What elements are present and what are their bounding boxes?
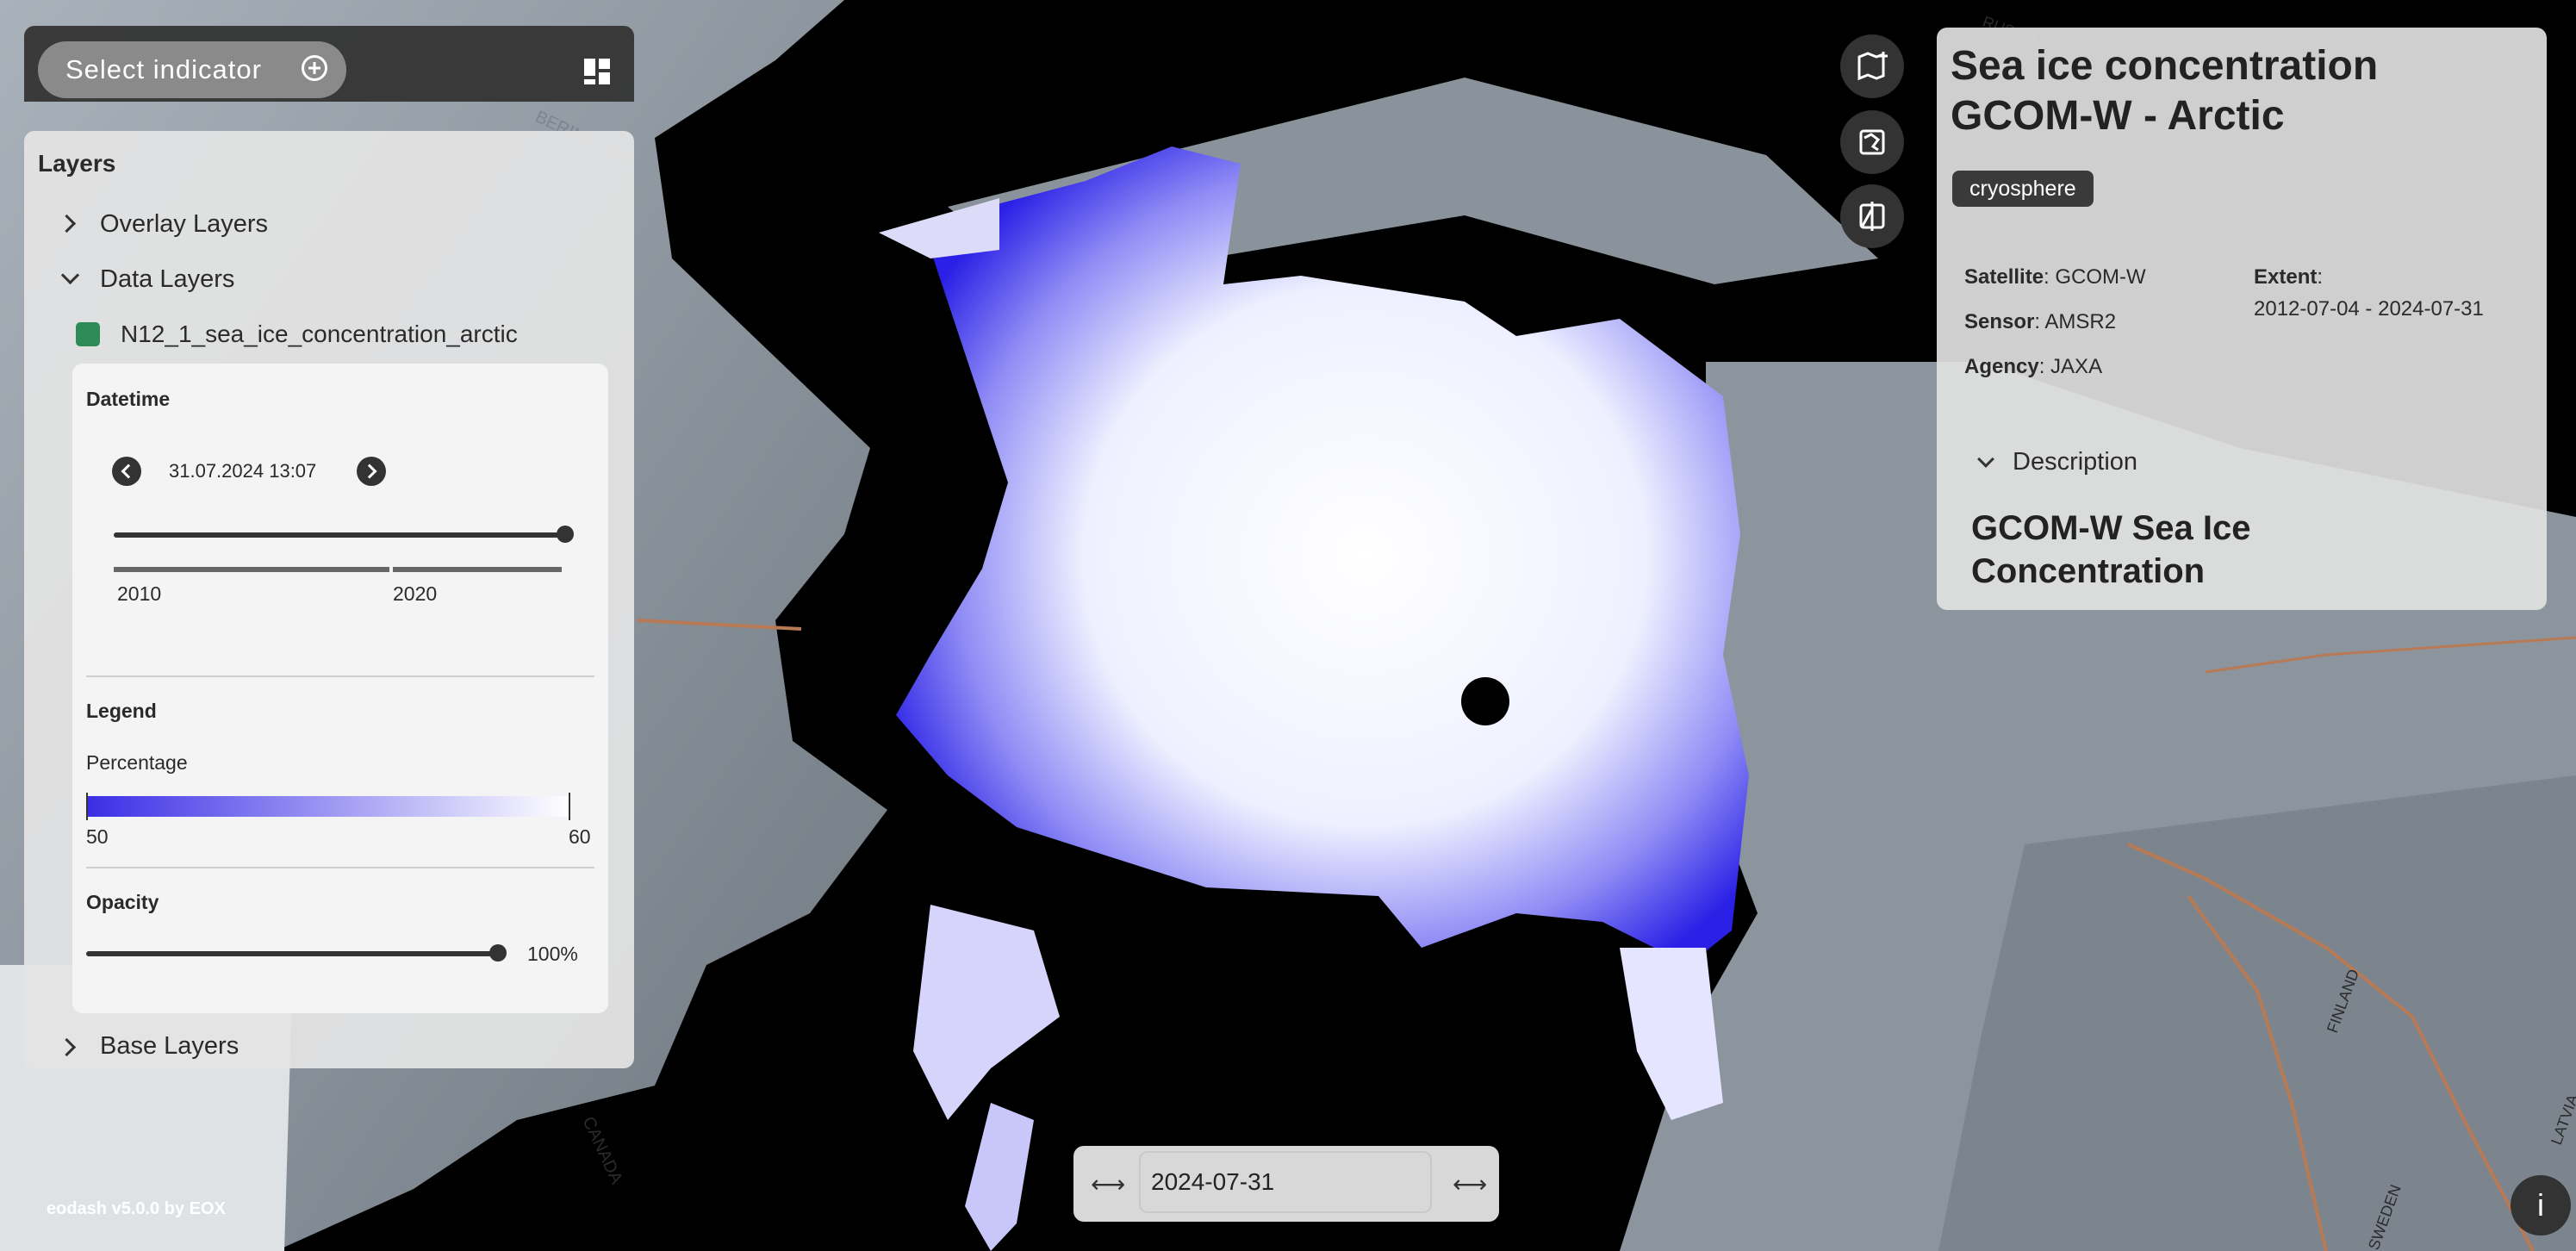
timeline-tick: 2020 [393,582,438,605]
legend-tick [569,793,570,820]
layer-config-card: Datetime 31.07.2024 13:07 2010 2020 Lege… [72,364,608,1013]
plus-circle-icon [302,55,327,81]
compare-icon [1859,202,1885,231]
add-map-layer-button[interactable] [1840,34,1904,98]
agency-row: Agency: JAXA [1964,355,2103,378]
sensor-row: Sensor: AMSR2 [1964,310,2117,333]
layer-name: N12_1_sea_ice_concentration_arctic [121,321,518,347]
select-indicator-button[interactable]: Select indicator [38,41,346,98]
time-slider-handle[interactable] [557,526,574,543]
chevron-right-icon [57,1037,77,1057]
extent-value: 2012-07-04 - 2024-07-31 [2254,297,2484,321]
agency-value: JAXA [2050,355,2103,378]
info-button[interactable]: i [2511,1175,2571,1235]
legend-colorbar [86,796,569,817]
legend-min: 50 [86,825,109,848]
description-heading: GCOM-W Sea Ice Concentration [1971,509,2251,590]
description-label: Description [2013,448,2138,476]
opacity-title: Opacity [86,891,159,913]
agency-key: Agency [1964,355,2039,378]
extent-key: Extent [2254,265,2318,289]
opacity-slider-handle[interactable] [489,944,507,962]
extent-row: Extent: [2254,265,2324,289]
time-slider-track[interactable] [114,532,567,538]
prev-datetime-button[interactable] [112,457,141,486]
layers-title: Layers [38,150,116,177]
layers-panel: Layers Overlay Layers Data Layers N12_1_… [24,131,634,1068]
chevron-right-icon [362,464,377,479]
indicator-info-panel: Sea ice concentration GCOM-W - Arctic cr… [1937,28,2547,610]
compare-button[interactable] [1840,184,1904,248]
legend-title: Legend [86,700,157,722]
next-datetime-button[interactable] [357,457,386,486]
datetime-title: Datetime [86,388,171,410]
legend-tick [86,793,88,820]
opacity-value: 100% [527,943,578,965]
divider [86,867,594,868]
overlay-layers-label: Overlay Layers [100,210,269,238]
arrow-left-right-icon[interactable]: ⟷ [1091,1170,1125,1199]
datetime-value: 31.07.2024 13:07 [169,460,317,482]
globe-button[interactable] [1840,110,1904,174]
indicator-toolbar: Select indicator [24,26,634,102]
tag-chip[interactable]: cryosphere [1952,171,2094,207]
arrow-left-right-icon[interactable]: ⟷ [1453,1170,1487,1199]
attribution-text[interactable]: eodash v5.0.0 by EOX [47,1199,226,1219]
legend-max: 60 [569,825,591,848]
legend-unit: Percentage [86,751,188,774]
sensor-key: Sensor [1964,310,2035,333]
timeline-bar [114,567,389,572]
sensor-value: AMSR2 [2044,310,2117,333]
date-control: ⟷ 2024-07-31 ⟷ [1073,1146,1499,1222]
chevron-down-icon [1977,451,1994,468]
indicator-title: Sea ice concentration GCOM-W - Arctic [1951,43,2379,139]
date-input[interactable]: 2024-07-31 [1139,1151,1432,1213]
data-layers-label: Data Layers [100,265,235,293]
satellite-value: GCOM-W [2055,265,2146,289]
map-add-icon [1857,52,1888,81]
satellite-row: Satellite: GCOM-W [1964,265,2146,289]
chevron-left-icon [121,464,136,479]
satellite-key: Satellite [1964,265,2044,289]
layer-color-swatch [76,322,100,346]
timeline-bar [393,567,562,572]
chevron-down-icon [60,265,80,285]
grid-icon[interactable] [584,59,612,86]
divider [86,675,594,677]
opacity-slider-track[interactable] [86,951,500,956]
chevron-right-icon [57,214,77,233]
base-layers-label: Base Layers [100,1032,240,1060]
timeline-tick: 2010 [117,582,162,605]
select-indicator-label: Select indicator [65,54,262,84]
globe-icon [1859,129,1885,155]
